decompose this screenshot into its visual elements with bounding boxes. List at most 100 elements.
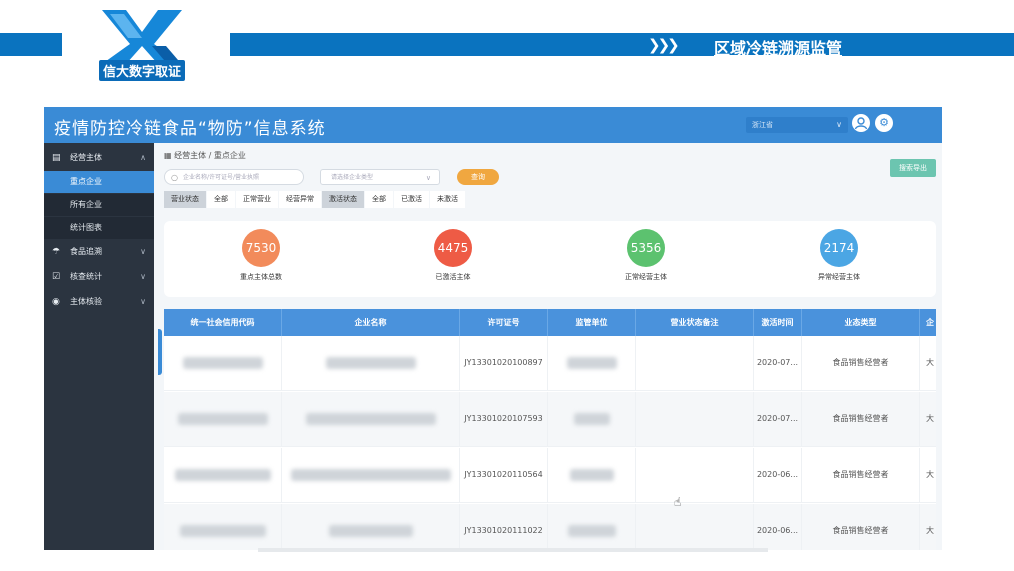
redacted-cell <box>567 524 616 537</box>
logo-text: 信大数字取证 <box>92 60 192 81</box>
stat-label: 异常经营主体 <box>818 273 860 281</box>
user-icon[interactable] <box>852 114 870 132</box>
col-business-type[interactable]: 业态类型 <box>802 309 920 336</box>
filter-business-all[interactable]: 全部 <box>207 191 235 208</box>
hand-cursor-icon: ☝ <box>674 495 682 509</box>
col-credit-code[interactable]: 统一社会信用代码 <box>164 309 282 336</box>
province-value: 浙江省 <box>752 121 773 129</box>
redacted-cell <box>290 468 451 481</box>
export-button[interactable]: 搜索导出 <box>890 159 936 177</box>
col-regulator[interactable]: 监管单位 <box>548 309 636 336</box>
redacted-cell <box>573 412 610 425</box>
filter-activation-activated[interactable]: 已激活 <box>394 191 429 208</box>
col-license[interactable]: 许可证号 <box>460 309 548 336</box>
sidebar-collapse-handle[interactable] <box>158 329 162 375</box>
search-icon: ○ <box>171 173 178 182</box>
col-activation-time[interactable]: 激活时间 <box>754 309 802 336</box>
sidebar-item-key-enterprises[interactable]: 重点企业 <box>44 171 154 193</box>
type-cell: 食品销售经营者 <box>802 504 920 550</box>
stat-key-entities[interactable]: 7530 重点主体总数 <box>201 229 321 282</box>
chevron-down-icon: ∨ <box>425 174 431 182</box>
calendar-icon: ▦ <box>164 151 175 160</box>
arrows-icon: ❯❯❯ <box>648 36 680 54</box>
activation-cell: 2020-06... <box>754 448 802 502</box>
stat-value: 7530 <box>242 229 280 267</box>
province-select[interactable]: 浙江省 ∨ <box>746 117 848 133</box>
search-input[interactable]: ○ 企业名称/许可证号/营业执照 <box>164 169 304 185</box>
activation-cell: 2020-07... <box>754 392 802 446</box>
stat-label: 正常经营主体 <box>625 273 667 281</box>
stat-label: 重点主体总数 <box>240 273 282 281</box>
header-bar <box>230 33 1014 56</box>
license-cell: JY13301020111022 <box>460 504 548 550</box>
stats-card: 7530 重点主体总数 4475 已激活主体 5356 正常经营主体 2174 … <box>164 221 936 297</box>
redacted-cell <box>569 468 614 481</box>
table-row[interactable]: JY13301020107593 2020-07... 食品销售经营者 大 <box>164 392 936 447</box>
table-row[interactable]: JY13301020100897 2020-07... 食品销售经营者 大 <box>164 336 936 391</box>
chevron-up-icon: ∧ <box>140 153 146 162</box>
gear-icon[interactable]: ⚙ <box>875 114 893 132</box>
breadcrumb: ▦ 经营主体 / 重点企业 <box>164 151 246 160</box>
license-cell: JY13301020110564 <box>460 448 548 502</box>
slide-title: 区域冷链溯源监管 <box>714 39 843 58</box>
filter-row: 营业状态 全部 正常营业 经营异常 激活状态 全部 已激活 未激活 <box>164 191 466 208</box>
table-row[interactable]: JY13301020110564 2020-06... 食品销售经营者 大 <box>164 448 936 503</box>
sidebar-item-food-trace[interactable]: ☂ 食品追溯 ∨ <box>44 241 154 263</box>
table-header: 统一社会信用代码 企业名称 许可证号 监管单位 营业状态备注 激活时间 业态类型… <box>164 309 936 336</box>
eye-icon: ◉ <box>52 297 60 307</box>
stat-abnormal[interactable]: 2174 异常经营主体 <box>779 229 899 282</box>
sidebar-item-business-entity[interactable]: ▤ 经营主体 ∧ <box>44 147 154 169</box>
stat-normal[interactable]: 5356 正常经营主体 <box>586 229 706 282</box>
redacted-cell <box>174 468 271 481</box>
filter-activation-all[interactable]: 全部 <box>365 191 393 208</box>
stat-value: 2174 <box>820 229 858 267</box>
stat-activated[interactable]: 4475 已激活主体 <box>393 229 513 282</box>
license-cell: JY13301020100897 <box>460 336 548 390</box>
app-title: 疫情防控冷链食品“物防”信息系统 <box>54 119 326 139</box>
redacted-cell <box>305 412 436 425</box>
redacted-cell <box>179 524 266 537</box>
sidebar-item-verification-stats[interactable]: ☑ 核查统计 ∨ <box>44 266 154 288</box>
enterprise-type-select[interactable]: 请选择企业类型 ∨ <box>320 169 440 185</box>
stat-value: 4475 <box>434 229 472 267</box>
redacted-cell <box>182 356 263 369</box>
type-cell: 食品销售经营者 <box>802 448 920 502</box>
enterprise-table: 统一社会信用代码 企业名称 许可证号 监管单位 营业状态备注 激活时间 业态类型… <box>164 309 936 550</box>
filter-business-normal[interactable]: 正常营业 <box>236 191 278 208</box>
stat-value: 5356 <box>627 229 665 267</box>
header-bar-left <box>0 33 62 56</box>
footer-strip <box>258 548 768 552</box>
redacted-cell <box>325 356 416 369</box>
col-extra[interactable]: 企 <box>920 309 936 336</box>
redacted-cell <box>566 356 617 369</box>
col-status-note[interactable]: 营业状态备注 <box>636 309 754 336</box>
business-status-label: 营业状态 <box>164 191 206 208</box>
sidebar: ▤ 经营主体 ∧ 重点企业 所有企业 统计图表 ☂ 食品追溯 ∨ ☑ 核查统计 … <box>44 143 154 550</box>
activation-cell: 2020-06... <box>754 504 802 550</box>
checkbox-icon: ☑ <box>52 272 61 282</box>
chevron-down-icon: ∨ <box>140 247 146 256</box>
sidebar-item-charts[interactable]: 统计图表 <box>44 217 154 239</box>
filter-business-abnormal[interactable]: 经营异常 <box>279 191 321 208</box>
type-cell: 食品销售经营者 <box>802 336 920 390</box>
document-icon: ▤ <box>52 153 61 163</box>
activation-status-label: 激活状态 <box>322 191 364 208</box>
col-company-name[interactable]: 企业名称 <box>282 309 460 336</box>
type-cell: 食品销售经营者 <box>802 392 920 446</box>
filter-activation-not-activated[interactable]: 未激活 <box>430 191 465 208</box>
query-button[interactable]: 查询 <box>457 169 499 185</box>
umbrella-icon: ☂ <box>52 247 61 257</box>
license-cell: JY13301020107593 <box>460 392 548 446</box>
stat-label: 已激活主体 <box>435 273 471 281</box>
app-topbar: 疫情防控冷链食品“物防”信息系统 浙江省 ∨ ⚙ <box>44 107 942 143</box>
chevron-down-icon: ∨ <box>836 120 842 129</box>
sidebar-item-all-enterprises[interactable]: 所有企业 <box>44 194 154 216</box>
chevron-down-icon: ∨ <box>140 297 146 306</box>
redacted-cell <box>328 524 413 537</box>
redacted-cell <box>177 412 268 425</box>
activation-cell: 2020-07... <box>754 336 802 390</box>
table-row[interactable]: JY13301020111022 2020-06... 食品销售经营者 大 <box>164 504 936 550</box>
app-window: 疫情防控冷链食品“物防”信息系统 浙江省 ∨ ⚙ ▤ 经营主体 ∧ 重点企业 所… <box>44 107 942 550</box>
sidebar-item-entity-check[interactable]: ◉ 主体核验 ∨ <box>44 291 154 313</box>
chevron-down-icon: ∨ <box>140 272 146 281</box>
